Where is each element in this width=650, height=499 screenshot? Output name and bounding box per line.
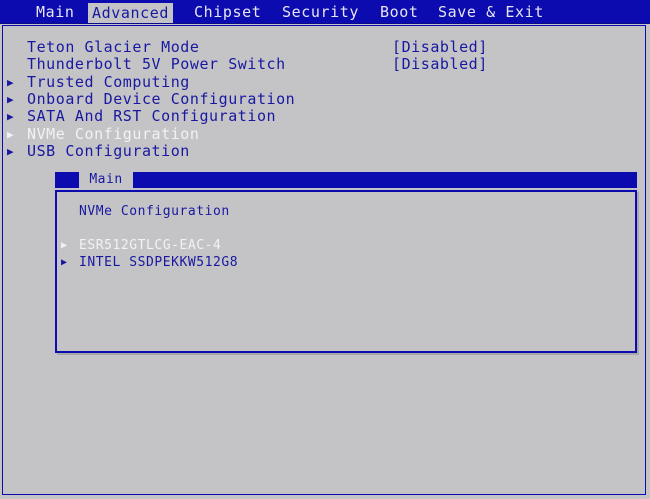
submenu-usb-configuration[interactable]: USB Configuration <box>27 143 190 160</box>
popup-heading: NVMe Configuration <box>79 204 230 219</box>
menu-bar: Main Advanced Chipset Security Boot Save… <box>0 0 650 24</box>
popup-title-bar: Main <box>55 172 637 188</box>
tab-security[interactable]: Security <box>282 2 359 22</box>
tab-save-exit[interactable]: Save & Exit <box>438 2 544 22</box>
triangle-right-icon: ▶ <box>61 240 68 251</box>
setting-thunderbolt-5v-power-switch[interactable]: Thunderbolt 5V Power Switch <box>27 56 286 73</box>
nvme-device-esr512gtlcg[interactable]: ESR512GTLCG-EAC-4 <box>79 238 221 254</box>
submenu-sata-and-rst-configuration[interactable]: SATA And RST Configuration <box>27 108 276 125</box>
triangle-right-icon: ▶ <box>61 257 68 268</box>
triangle-right-icon: ▶ <box>7 76 14 89</box>
triangle-right-icon: ▶ <box>7 110 14 123</box>
setting-teton-glacier-mode[interactable]: Teton Glacier Mode <box>27 39 199 56</box>
setting-thunderbolt-5v-power-switch-value[interactable]: [Disabled] <box>392 56 488 73</box>
triangle-right-icon: ▶ <box>7 128 14 141</box>
tab-chipset[interactable]: Chipset <box>194 2 261 22</box>
tab-advanced[interactable]: Advanced <box>88 3 174 23</box>
triangle-right-icon: ▶ <box>7 145 14 158</box>
nvme-device-intel-ssdpekkw512g8[interactable]: INTEL SSDPEKKW512G8 <box>79 255 238 271</box>
submenu-trusted-computing[interactable]: Trusted Computing <box>27 74 190 91</box>
popup-title: Main <box>79 172 133 188</box>
tab-boot[interactable]: Boot <box>380 2 419 22</box>
submenu-nvme-configuration[interactable]: NVMe Configuration <box>27 126 199 143</box>
nvme-configuration-popup: NVMe Configuration ▶ ESR512GTLCG-EAC-4 ▶… <box>55 190 637 353</box>
bios-screen: Main Advanced Chipset Security Boot Save… <box>0 0 650 499</box>
triangle-right-icon: ▶ <box>7 93 14 106</box>
submenu-onboard-device-configuration[interactable]: Onboard Device Configuration <box>27 91 295 108</box>
tab-main[interactable]: Main <box>36 2 75 22</box>
setting-teton-glacier-mode-value[interactable]: [Disabled] <box>392 39 488 56</box>
